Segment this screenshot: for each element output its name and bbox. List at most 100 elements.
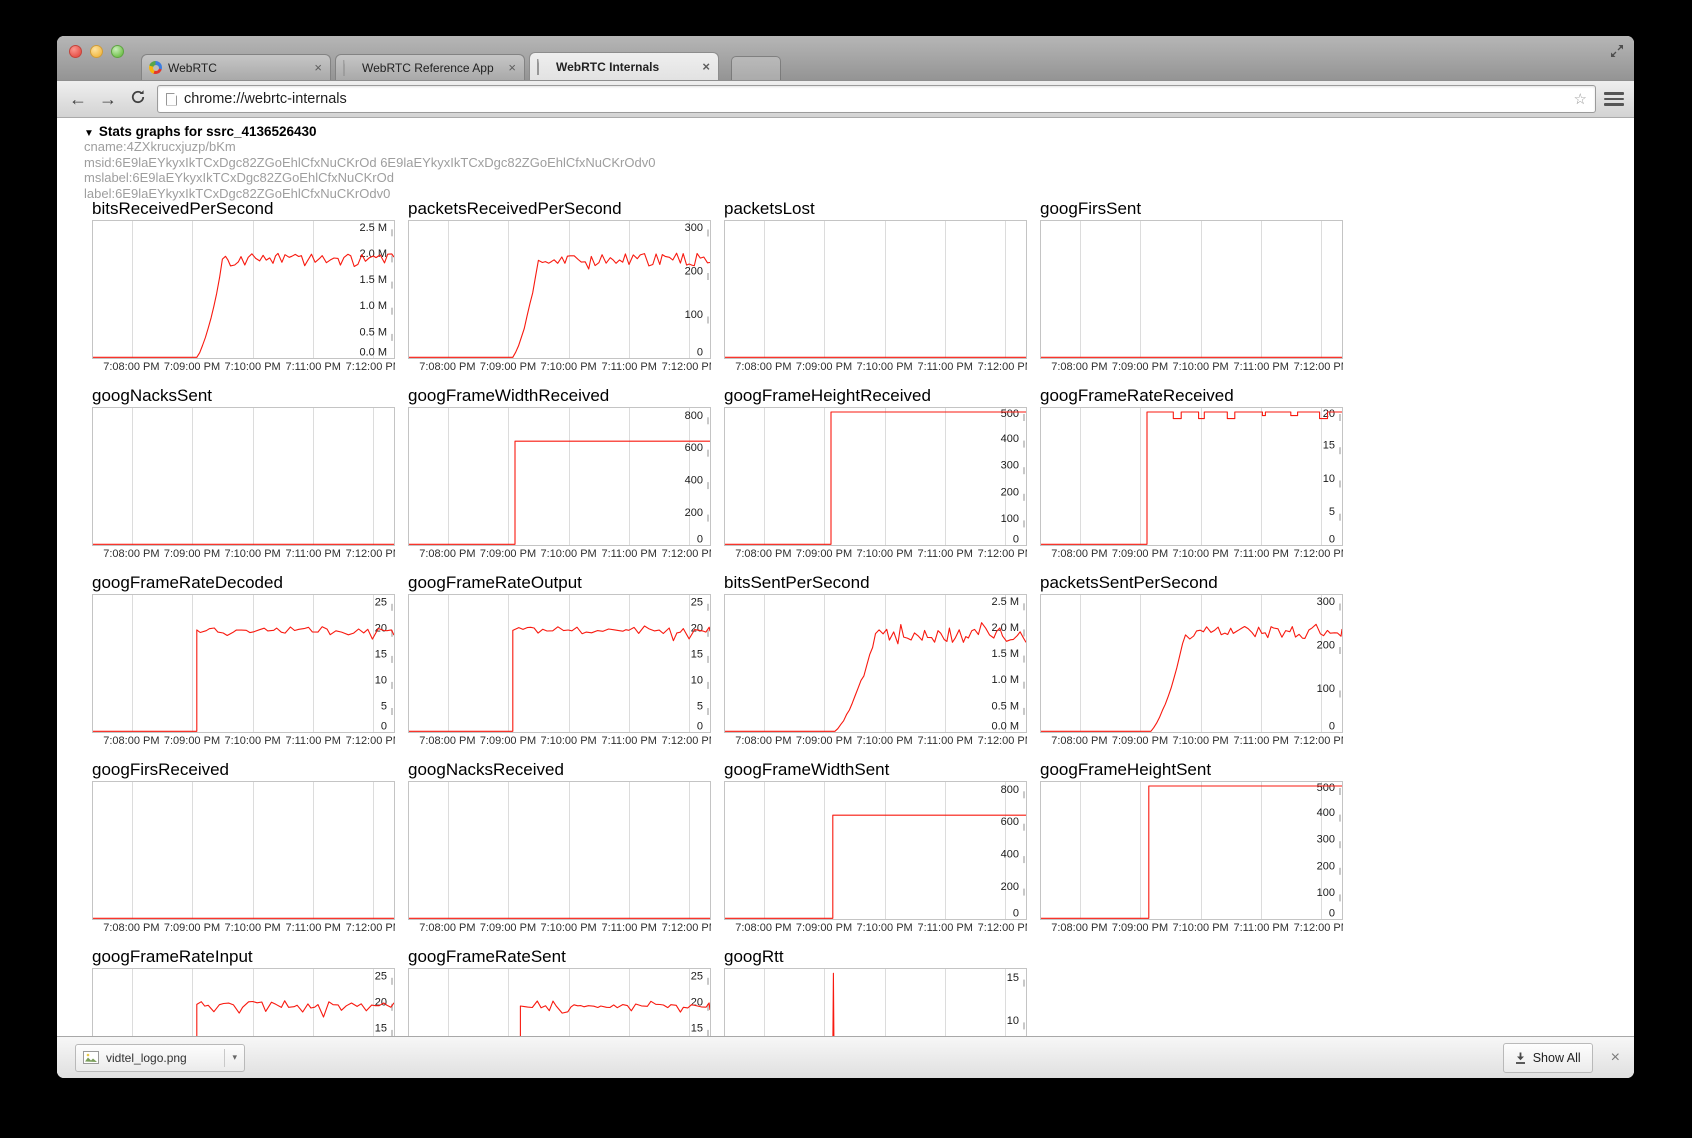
collapse-arrow-icon[interactable]: ▼ bbox=[84, 128, 94, 139]
traffic-lights bbox=[69, 45, 124, 58]
time-label: 7:10:00 PM bbox=[856, 735, 912, 747]
tab-webrtc-reference-app[interactable]: WebRTC Reference App × bbox=[335, 54, 525, 80]
tab-label: WebRTC bbox=[168, 61, 307, 75]
time-axis-labels: 7:08:00 PM7:09:00 PM7:10:00 PM7:11:00 PM… bbox=[724, 546, 1027, 561]
zoom-window-button[interactable] bbox=[111, 45, 124, 58]
browser-window: WebRTC × WebRTC Reference App × WebRTC I… bbox=[57, 36, 1634, 1078]
svg-text:100: 100 bbox=[685, 309, 703, 321]
stats-graphs-toggle[interactable]: ▼Stats graphs for ssrc_4136526430 bbox=[84, 124, 1634, 139]
chart-canvas bbox=[724, 220, 1027, 359]
svg-text:800: 800 bbox=[1001, 784, 1019, 796]
chart-canvas: 3002001000 bbox=[408, 220, 711, 359]
tab-close-icon[interactable]: × bbox=[701, 60, 711, 73]
time-label: 7:12:00 PM bbox=[346, 735, 395, 747]
time-axis-labels: 7:08:00 PM7:09:00 PM7:10:00 PM7:11:00 PM… bbox=[92, 546, 395, 561]
svg-text:600: 600 bbox=[1001, 816, 1019, 828]
chart-canvas: 2.5 M2.0 M1.5 M1.0 M0.5 M0.0 M bbox=[92, 220, 395, 359]
time-label: 7:12:00 PM bbox=[662, 922, 711, 934]
chart-canvas bbox=[92, 407, 395, 546]
svg-text:5: 5 bbox=[381, 701, 387, 713]
svg-text:15: 15 bbox=[1007, 972, 1019, 984]
time-axis-labels: 7:08:00 PM7:09:00 PM7:10:00 PM7:11:00 PM… bbox=[724, 359, 1027, 374]
omnibox[interactable]: chrome://webrtc-internals ☆ bbox=[157, 85, 1596, 113]
svg-text:0: 0 bbox=[1329, 721, 1335, 733]
svg-text:200: 200 bbox=[685, 266, 703, 278]
minimize-window-button[interactable] bbox=[90, 45, 103, 58]
time-label: 7:10:00 PM bbox=[856, 548, 912, 560]
svg-text:1.0 M: 1.0 M bbox=[991, 674, 1019, 686]
chart-canvas bbox=[408, 781, 711, 920]
desktop-background: WebRTC × WebRTC Reference App × WebRTC I… bbox=[0, 0, 1692, 1138]
chart-packetsSentPerSecond: packetsSentPerSecond30020010007:08:00 PM… bbox=[1040, 572, 1343, 748]
forward-button[interactable]: → bbox=[97, 88, 119, 110]
webrtc-internals-page: ▼Stats graphs for ssrc_4136526430 cname:… bbox=[57, 118, 1634, 1036]
chart-title: googFrameWidthSent bbox=[724, 759, 1027, 781]
close-window-button[interactable] bbox=[69, 45, 82, 58]
url-text: chrome://webrtc-internals bbox=[184, 91, 1567, 107]
chart-canvas: 5004003002001000 bbox=[724, 407, 1027, 546]
toolbar: ← → chrome://webrtc-internals ☆ bbox=[57, 80, 1634, 118]
chart-title: googFrameRateSent bbox=[408, 946, 711, 968]
time-label: 7:11:00 PM bbox=[917, 922, 972, 934]
chart-title: googFrameHeightSent bbox=[1040, 759, 1343, 781]
image-thumbnail-icon bbox=[83, 1051, 99, 1064]
time-axis-labels: 7:08:00 PM7:09:00 PM7:10:00 PM7:11:00 PM… bbox=[1040, 546, 1343, 561]
menu-icon[interactable] bbox=[1604, 90, 1624, 108]
tab-close-icon[interactable]: × bbox=[313, 61, 323, 74]
chart-canvas: 2520151050 bbox=[92, 968, 395, 1036]
chart-canvas: 20151050 bbox=[1040, 407, 1343, 546]
new-tab-button[interactable] bbox=[731, 56, 781, 80]
svg-text:800: 800 bbox=[685, 410, 703, 422]
chart-canvas: 8006004002000 bbox=[724, 781, 1027, 920]
svg-text:5: 5 bbox=[1329, 506, 1335, 518]
chart-googFrameWidthReceived: googFrameWidthReceived80060040020007:08:… bbox=[408, 385, 711, 561]
time-label: 7:11:00 PM bbox=[601, 361, 656, 373]
back-button[interactable]: ← bbox=[67, 88, 89, 110]
tab-webrtc[interactable]: WebRTC × bbox=[141, 54, 331, 80]
svg-text:10: 10 bbox=[1007, 1015, 1019, 1027]
time-label: 7:08:00 PM bbox=[735, 922, 791, 934]
time-label: 7:09:00 PM bbox=[164, 361, 220, 373]
chart-title: googFirsSent bbox=[1040, 198, 1343, 220]
time-label: 7:11:00 PM bbox=[917, 361, 972, 373]
svg-text:15: 15 bbox=[375, 1022, 387, 1034]
chart-googFirsSent: googFirsSent 7:08:00 PM7:09:00 PM7:10:00 … bbox=[1040, 198, 1343, 374]
time-label: 7:08:00 PM bbox=[735, 735, 791, 747]
time-label: 7:10:00 PM bbox=[540, 735, 596, 747]
bookmark-star-icon[interactable]: ☆ bbox=[1574, 90, 1587, 108]
shelf-close-icon[interactable]: × bbox=[1611, 1050, 1620, 1066]
tab-close-icon[interactable]: × bbox=[507, 61, 517, 74]
svg-text:2.0 M: 2.0 M bbox=[991, 622, 1019, 634]
svg-text:300: 300 bbox=[685, 222, 703, 234]
fullscreen-icon[interactable] bbox=[1610, 44, 1624, 58]
time-label: 7:12:00 PM bbox=[662, 361, 711, 373]
show-all-button[interactable]: Show All bbox=[1503, 1043, 1593, 1073]
time-axis-labels: 7:08:00 PM7:09:00 PM7:10:00 PM7:11:00 PM… bbox=[408, 359, 711, 374]
time-label: 7:12:00 PM bbox=[1294, 361, 1343, 373]
time-label: 7:10:00 PM bbox=[540, 922, 596, 934]
time-label: 7:08:00 PM bbox=[735, 361, 791, 373]
chevron-down-icon[interactable]: ▾ bbox=[232, 1052, 237, 1063]
svg-text:0: 0 bbox=[1013, 908, 1019, 920]
time-label: 7:12:00 PM bbox=[662, 735, 711, 747]
time-axis-labels: 7:08:00 PM7:09:00 PM7:10:00 PM7:11:00 PM… bbox=[1040, 359, 1343, 374]
chart-bitsReceivedPerSecond: bitsReceivedPerSecond2.5 M2.0 M1.5 M1.0 … bbox=[92, 198, 395, 374]
time-axis-labels: 7:08:00 PM7:09:00 PM7:10:00 PM7:11:00 PM… bbox=[724, 733, 1027, 748]
download-item[interactable]: vidtel_logo.png ▾ bbox=[75, 1044, 245, 1072]
faded-page-icon bbox=[343, 60, 345, 76]
chart-title: googFrameRateOutput bbox=[408, 572, 711, 594]
time-label: 7:09:00 PM bbox=[480, 548, 536, 560]
svg-text:2.5 M: 2.5 M bbox=[991, 596, 1019, 608]
tab-webrtc-internals[interactable]: WebRTC Internals × bbox=[529, 52, 719, 80]
time-label: 7:09:00 PM bbox=[796, 548, 852, 560]
time-label: 7:12:00 PM bbox=[978, 361, 1027, 373]
time-label: 7:10:00 PM bbox=[1172, 735, 1228, 747]
svg-text:25: 25 bbox=[375, 596, 387, 608]
time-label: 7:08:00 PM bbox=[1051, 361, 1107, 373]
reload-button[interactable] bbox=[127, 88, 149, 110]
time-label: 7:09:00 PM bbox=[796, 361, 852, 373]
time-axis-labels: 7:08:00 PM7:09:00 PM7:10:00 PM7:11:00 PM… bbox=[408, 733, 711, 748]
time-label: 7:10:00 PM bbox=[224, 548, 280, 560]
time-label: 7:11:00 PM bbox=[1233, 922, 1288, 934]
svg-text:0: 0 bbox=[381, 721, 387, 733]
